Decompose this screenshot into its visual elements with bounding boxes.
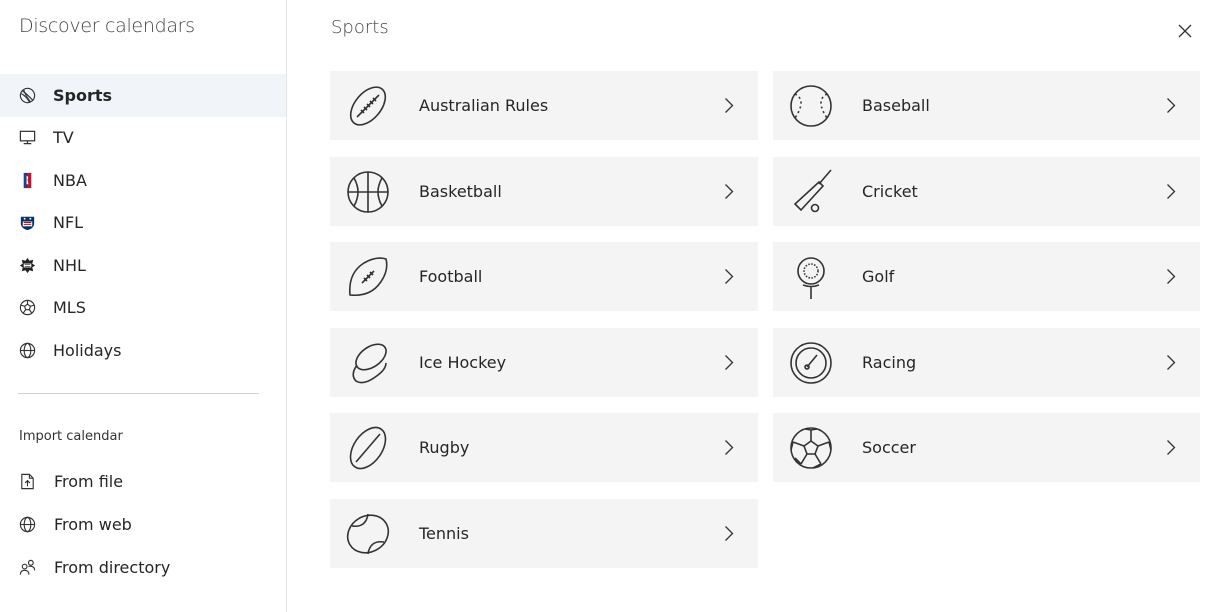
sport-tile-rugby[interactable]: Rugby — [330, 413, 758, 482]
chevron-right-icon — [725, 184, 734, 199]
tile-label: Football — [419, 267, 483, 286]
import-from-file[interactable]: From file — [0, 460, 286, 503]
tile-label: Rugby — [419, 438, 470, 457]
import-options: From file From web From directory — [0, 460, 286, 589]
tile-label: Cricket — [862, 182, 918, 201]
baseball-icon — [790, 85, 832, 127]
sport-tile-racing[interactable]: Racing — [773, 328, 1200, 397]
mls-logo-icon — [18, 298, 37, 317]
sport-tile-basketball[interactable]: Basketball — [330, 157, 758, 226]
nba-logo-icon — [18, 171, 37, 190]
sport-tile-baseball[interactable]: Baseball — [773, 71, 1200, 140]
chevron-right-icon — [725, 440, 734, 455]
tennis-ball-icon — [346, 513, 390, 555]
globe-icon — [18, 341, 37, 360]
sidebar-item-label: MLS — [53, 298, 86, 318]
hockey-puck-icon — [352, 343, 387, 384]
tile-label: Golf — [862, 267, 895, 286]
nfl-logo-icon — [18, 213, 37, 232]
sport-tile-cricket[interactable]: Cricket — [773, 157, 1200, 226]
sport-tile-golf[interactable]: Golf — [773, 242, 1200, 311]
tile-label: Baseball — [862, 96, 930, 115]
sidebar-item-nba[interactable]: NBA — [0, 159, 286, 202]
chevron-right-icon — [725, 355, 734, 370]
sidebar-item-tv[interactable]: TV — [0, 117, 286, 160]
sports-icon — [18, 86, 37, 105]
nhl-logo-icon — [18, 256, 37, 275]
tv-icon — [18, 128, 37, 147]
sidebar: Discover calendars Sports TV NBA NFL NHL… — [0, 0, 287, 612]
tile-label: Ice Hockey — [419, 353, 507, 372]
chevron-right-icon — [1167, 184, 1176, 199]
sidebar-item-sports[interactable]: Sports — [0, 74, 286, 117]
chevron-right-icon — [1167, 355, 1176, 370]
sidebar-item-nfl[interactable]: NFL — [0, 202, 286, 245]
sidebar-item-nhl[interactable]: NHL — [0, 244, 286, 287]
tile-label: Racing — [862, 353, 917, 372]
rugby-ball-icon — [349, 426, 387, 470]
basketball-icon — [347, 171, 389, 213]
australian-rules-ball-icon — [349, 86, 387, 126]
speedometer-icon — [790, 342, 832, 384]
import-from-web[interactable]: From web — [0, 503, 286, 546]
close-icon — [1178, 24, 1192, 38]
sidebar-item-label: NFL — [53, 213, 84, 233]
sport-tile-ice-hockey[interactable]: Ice Hockey — [330, 328, 758, 397]
sidebar-item-mls[interactable]: MLS — [0, 287, 286, 330]
chevron-right-icon — [1167, 98, 1176, 113]
sidebar-item-label: Sports — [53, 85, 113, 105]
tile-label: Australian Rules — [419, 96, 549, 115]
tile-label: Tennis — [419, 524, 469, 543]
sidebar-divider — [18, 393, 259, 394]
chevron-right-icon — [725, 98, 734, 113]
sidebar-title: Discover calendars — [19, 15, 195, 37]
page-title: Sports — [331, 17, 389, 38]
chevron-right-icon — [1167, 440, 1176, 455]
import-calendar-heading: Import calendar — [19, 429, 123, 444]
tile-label: Soccer — [862, 438, 916, 457]
sidebar-item-label: NHL — [53, 255, 86, 275]
sidebar-item-label: Holidays — [53, 340, 122, 360]
sport-tile-tennis[interactable]: Tennis — [330, 499, 758, 568]
sport-tile-football[interactable]: Football — [330, 242, 758, 311]
chevron-right-icon — [1167, 269, 1176, 284]
golf-ball-tee-icon — [797, 257, 825, 299]
sport-tile-soccer[interactable]: Soccer — [773, 413, 1200, 482]
import-item-label: From file — [54, 472, 124, 491]
sidebar-item-label: NBA — [53, 170, 87, 190]
calendar-category-nav: Sports TV NBA NFL NHL MLS Holidays — [0, 74, 286, 372]
globe-icon — [18, 515, 37, 534]
tile-label: Basketball — [419, 182, 502, 201]
chevron-right-icon — [725, 269, 734, 284]
sidebar-item-label: TV — [53, 128, 74, 148]
import-from-directory[interactable]: From directory — [0, 546, 286, 589]
file-icon — [18, 472, 37, 491]
sidebar-item-holidays[interactable]: Holidays — [0, 329, 286, 372]
cricket-bat-icon — [793, 169, 832, 213]
chevron-right-icon — [725, 526, 734, 541]
people-icon — [18, 558, 37, 577]
football-icon — [348, 257, 388, 297]
import-item-label: From web — [54, 515, 132, 534]
import-item-label: From directory — [54, 558, 171, 577]
soccer-ball-icon — [790, 427, 832, 469]
sport-tile-australian-rules[interactable]: Australian Rules — [330, 71, 758, 140]
close-button[interactable] — [1174, 20, 1196, 42]
